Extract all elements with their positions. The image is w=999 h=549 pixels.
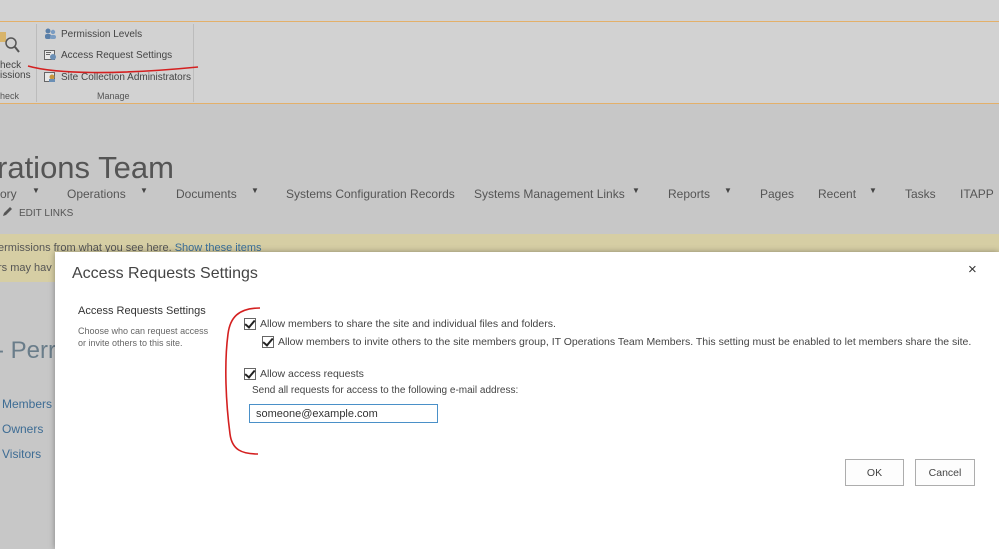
access-requests-dialog	[55, 252, 999, 549]
allow-share-label: Allow members to share the site and indi…	[260, 318, 556, 330]
ribbon-top-border	[0, 21, 999, 22]
nav-item-systems-management-links[interactable]: Systems Management Links	[474, 187, 625, 201]
settings-icon	[44, 49, 57, 61]
magnifier-icon	[0, 32, 20, 54]
annotation-underline	[27, 65, 199, 74]
section-title: Access Requests Settings	[78, 305, 206, 317]
ok-button[interactable]: OK	[845, 459, 904, 486]
ribbon-bottom-border	[0, 103, 999, 104]
manage-group-label: Manage	[97, 91, 130, 101]
allow-invite-option[interactable]: Allow members to invite others to the si…	[262, 336, 971, 348]
nav-item-documents[interactable]: Documents	[176, 187, 237, 201]
nav-item-pages[interactable]: Pages	[760, 187, 794, 201]
chevron-down-icon[interactable]: ▼	[140, 186, 148, 195]
nav-item-reports[interactable]: Reports	[668, 187, 710, 201]
cancel-button[interactable]: Cancel	[915, 459, 975, 486]
check-group-label: heck	[0, 91, 20, 101]
dialog-title: Access Requests Settings	[72, 265, 258, 282]
email-input[interactable]	[249, 404, 438, 423]
allow-requests-label: Allow access requests	[260, 368, 364, 380]
chevron-down-icon[interactable]: ▼	[251, 186, 259, 195]
permission-levels-button[interactable]: Permission Levels	[44, 25, 142, 43]
chevron-down-icon[interactable]: ▼	[724, 186, 732, 195]
allow-share-option[interactable]: Allow members to share the site and indi…	[244, 318, 556, 330]
access-request-settings-label: Access Request Settings	[61, 49, 173, 61]
edit-links-button[interactable]: EDIT LINKS	[2, 206, 73, 220]
nav-item-tasks[interactable]: Tasks	[905, 187, 936, 201]
nav-item-recent[interactable]: Recent	[818, 187, 856, 201]
group-link-owners[interactable]: Owners	[2, 422, 43, 436]
edit-links-label: EDIT LINKS	[19, 207, 74, 219]
allow-invite-label: Allow members to invite others to the si…	[278, 336, 972, 348]
top-navigation: ory ▼ Operations ▼ Documents ▼ Systems C…	[0, 186, 999, 203]
chevron-down-icon[interactable]: ▼	[869, 186, 877, 195]
nav-item-systems-configuration-records[interactable]: Systems Configuration Records	[286, 187, 455, 201]
section-description: Choose who can request access or invite …	[78, 326, 209, 348]
chevron-down-icon[interactable]: ▼	[632, 186, 640, 195]
nav-item[interactable]: ory	[0, 187, 17, 201]
nav-item-itapp[interactable]: ITAPP	[960, 187, 994, 201]
close-icon[interactable]: ×	[968, 261, 977, 278]
site-title: rations Team	[0, 150, 174, 185]
group-link-members[interactable]: Members	[2, 397, 52, 411]
warning-text-2: rs may hav	[0, 262, 52, 274]
annotation-bracket	[225, 307, 261, 455]
users-icon	[44, 28, 57, 40]
nav-item-operations[interactable]: Operations	[67, 187, 126, 201]
pencil-icon	[2, 206, 13, 220]
group-link-visitors[interactable]: Visitors	[2, 447, 41, 461]
permission-levels-label: Permission Levels	[61, 28, 143, 40]
permissions-title: - Perr	[0, 337, 56, 364]
chevron-down-icon[interactable]: ▼	[32, 186, 40, 195]
email-label: Send all requests for access to the foll…	[252, 385, 519, 396]
